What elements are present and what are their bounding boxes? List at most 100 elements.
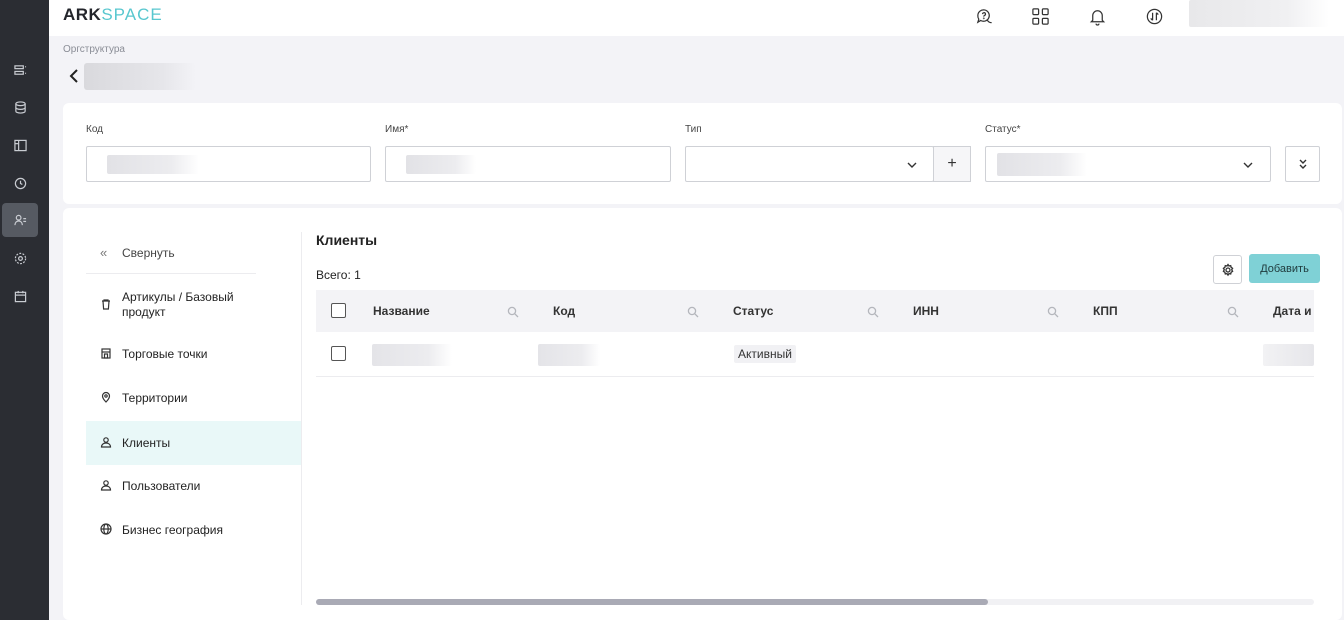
apps-button[interactable]	[1029, 5, 1051, 27]
bell-icon	[1089, 9, 1105, 26]
map-pin-icon	[100, 391, 114, 405]
store-icon	[100, 347, 114, 361]
menu-item-label: Пользователи	[122, 478, 201, 493]
filter-form-card: Код Имя* Тип + Статус*	[63, 103, 1342, 204]
logo-text-space: SPACE	[101, 5, 163, 24]
cell-date-redacted	[1263, 344, 1314, 366]
column-header-code[interactable]: Код	[553, 290, 575, 332]
menu-item-business-geography[interactable]: Бизнес география	[86, 512, 301, 548]
section-title: Клиенты	[316, 232, 378, 248]
main-content-card: « Свернуть Артикулы / Базовый продукт То…	[63, 208, 1342, 620]
top-header: ARKSPACE	[49, 0, 1344, 36]
double-chevron-left-icon: «	[100, 245, 108, 260]
horizontal-scrollbar[interactable]	[316, 599, 1314, 605]
menu-item-articles[interactable]: Артикулы / Базовый продукт	[86, 282, 301, 328]
name-value-redacted	[406, 155, 476, 174]
rail-item-settings[interactable]	[2, 241, 38, 275]
clients-table: Название Код Статус ИНН КПП Дата и Актив…	[316, 290, 1314, 600]
globe-icon	[100, 523, 114, 537]
column-header-date[interactable]: Дата и	[1273, 290, 1311, 332]
rail-item-users[interactable]	[2, 203, 38, 237]
page-title-redacted	[84, 63, 196, 90]
users-icon	[13, 214, 26, 225]
search-icon[interactable]	[1047, 305, 1059, 318]
sync-icon	[1146, 8, 1162, 24]
status-value-redacted	[997, 153, 1087, 176]
menu-item-label: Бизнес география	[122, 522, 223, 537]
menu-item-label: Торговые точки	[122, 346, 208, 361]
calendar-icon	[14, 290, 26, 302]
trash-icon	[100, 298, 114, 312]
rail-item-calendar[interactable]	[2, 279, 38, 313]
rail-item-layout[interactable]	[2, 128, 38, 162]
menu-divider	[301, 232, 302, 605]
column-header-name[interactable]: Название	[373, 290, 430, 332]
collapse-label: Свернуть	[122, 245, 175, 260]
total-count: Всего: 1	[316, 268, 361, 282]
rail-item-database[interactable]	[2, 90, 38, 124]
row-checkbox[interactable]	[331, 346, 346, 361]
menu-item-users[interactable]: Пользователи	[86, 468, 301, 504]
code-field[interactable]	[86, 146, 371, 182]
chevron-down-icon	[1242, 158, 1254, 170]
search-icon[interactable]	[1227, 305, 1239, 318]
support-button[interactable]	[973, 5, 995, 27]
column-header-status[interactable]: Статус	[733, 290, 773, 332]
apps-grid-icon	[1031, 7, 1049, 25]
notifications-button[interactable]	[1086, 5, 1108, 27]
code-label: Код	[86, 124, 104, 135]
app-logo[interactable]: ARKSPACE	[63, 5, 163, 25]
status-badge: Активный	[734, 345, 796, 363]
column-header-inn[interactable]: ИНН	[913, 290, 939, 332]
database-icon	[14, 100, 26, 114]
rail-item-list[interactable]	[2, 53, 38, 87]
menu-item-label: Клиенты	[122, 435, 171, 450]
select-all-checkbox[interactable]	[331, 303, 346, 318]
scrollbar-thumb[interactable]	[316, 599, 988, 605]
left-rail	[0, 0, 49, 620]
search-icon[interactable]	[687, 305, 699, 318]
list-icon	[13, 64, 26, 75]
double-chevron-down-icon	[1299, 159, 1306, 169]
menu-item-label: Территории	[122, 390, 188, 405]
type-label: Тип	[685, 124, 702, 135]
cell-code-redacted	[538, 344, 600, 366]
support-chat-icon	[976, 8, 992, 24]
chevron-left-icon	[69, 69, 78, 83]
clock-icon	[14, 177, 26, 189]
add-type-button[interactable]: +	[933, 146, 971, 182]
logo-text-ark: ARK	[63, 5, 102, 24]
name-field[interactable]	[385, 146, 671, 182]
status-label: Статус*	[985, 124, 1021, 135]
menu-item-clients[interactable]: Клиенты	[86, 421, 301, 465]
collapse-menu-button[interactable]: « Свернуть	[86, 232, 256, 274]
user-icon	[100, 479, 114, 493]
back-button[interactable]	[68, 68, 80, 84]
name-label: Имя*	[385, 124, 409, 135]
status-select[interactable]	[985, 146, 1271, 182]
menu-item-label: Артикулы / Базовый продукт	[122, 290, 234, 319]
code-value-redacted	[107, 155, 199, 174]
gear-icon	[1222, 262, 1233, 276]
add-client-button[interactable]: Добавить	[1249, 254, 1320, 283]
menu-item-stores[interactable]: Торговые точки	[86, 336, 301, 372]
table-settings-button[interactable]	[1213, 255, 1242, 284]
chevron-down-icon	[906, 158, 918, 170]
column-header-kpp[interactable]: КПП	[1093, 290, 1118, 332]
cell-name-redacted	[372, 344, 452, 366]
user-icon	[100, 436, 114, 450]
table-row[interactable]: Активный	[316, 332, 1314, 377]
breadcrumb[interactable]: Оргструктура	[63, 44, 125, 55]
search-icon[interactable]	[867, 305, 879, 318]
table-header: Название Код Статус ИНН КПП Дата и	[316, 290, 1314, 332]
search-icon[interactable]	[507, 305, 519, 318]
gear-icon	[14, 252, 26, 264]
menu-item-territories[interactable]: Территории	[86, 380, 301, 416]
type-select[interactable]	[685, 146, 934, 182]
expand-filters-button[interactable]	[1285, 146, 1320, 182]
layout-icon	[13, 139, 27, 151]
user-profile-area[interactable]	[1189, 0, 1329, 27]
rail-item-clock[interactable]	[2, 166, 38, 200]
sync-button[interactable]	[1143, 5, 1165, 27]
plus-icon: +	[947, 155, 957, 172]
